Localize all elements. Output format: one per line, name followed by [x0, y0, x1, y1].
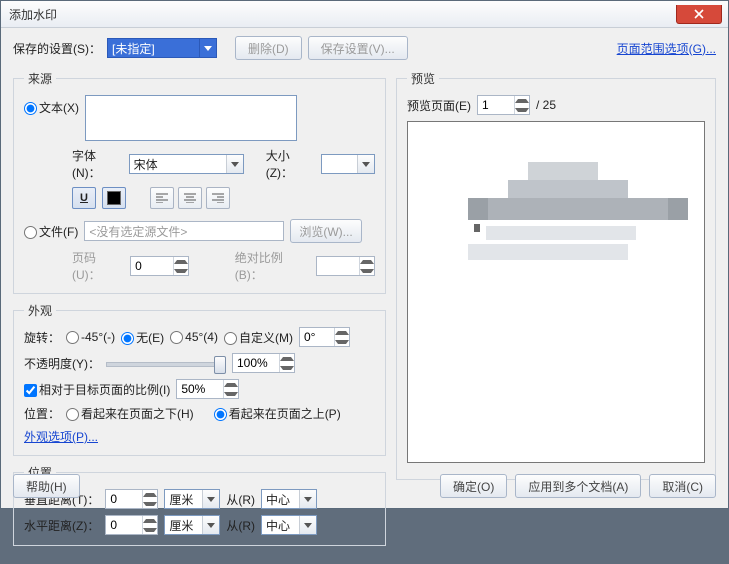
font-value: 宋体 — [130, 156, 162, 173]
below-page-radio[interactable]: 看起来在页面之下(H) — [66, 405, 194, 422]
footer: 帮助(H) 确定(O) 应用到多个文档(A) 取消(C) — [13, 474, 716, 498]
hdist-unit-dropdown[interactable]: 厘米 — [164, 515, 220, 535]
font-size-dropdown[interactable] — [321, 154, 375, 174]
ok-button[interactable]: 确定(O) — [440, 474, 507, 498]
hdist-from-dropdown[interactable]: 中心 — [261, 515, 317, 535]
hdist-label: 水平距离(Z)： — [24, 517, 99, 534]
font-label: 字体(N)： — [72, 147, 123, 181]
titlebar: 添加水印 — [1, 1, 728, 28]
chevron-down-icon — [199, 39, 216, 57]
absolute-scale-label: 绝对比例(B)： — [235, 249, 310, 283]
preview-canvas — [407, 121, 705, 463]
absolute-scale-spinner[interactable] — [316, 256, 375, 276]
browse-file-button[interactable]: 浏览(W)... — [290, 219, 361, 243]
window-title: 添加水印 — [9, 6, 676, 23]
cancel-button[interactable]: 取消(C) — [649, 474, 716, 498]
hdist-from-label: 从(R) — [226, 517, 255, 534]
appearance-legend: 外观 — [24, 302, 56, 319]
size-label: 大小(Z)： — [266, 147, 315, 181]
page-number-label: 页码(U)： — [72, 249, 124, 283]
delete-settings-button[interactable]: 删除(D) — [235, 36, 302, 60]
save-settings-button[interactable]: 保存设置(V)... — [308, 36, 408, 60]
above-page-radio[interactable]: 看起来在页面之上(P) — [214, 405, 341, 422]
align-left-button[interactable] — [150, 187, 174, 209]
align-left-icon — [156, 193, 168, 203]
preview-group: 预览 预览页面(E) / 25 — [396, 70, 716, 480]
close-button[interactable] — [676, 5, 722, 24]
font-dropdown[interactable]: 宋体 — [129, 154, 244, 174]
saved-settings-row: 保存的设置(S)： [未指定] 删除(D) 保存设置(V)... 页面范围选项(… — [13, 36, 716, 60]
preview-page-spinner[interactable] — [477, 95, 530, 115]
appearance-options-link[interactable]: 外观选项(P)... — [24, 428, 98, 445]
apply-multiple-button[interactable]: 应用到多个文档(A) — [515, 474, 641, 498]
chevron-down-icon — [202, 516, 219, 534]
rotate-label: 旋转： — [24, 329, 60, 346]
align-right-icon — [212, 193, 224, 203]
watermark-text-input[interactable] — [85, 95, 297, 141]
chevron-down-icon — [299, 516, 316, 534]
source-legend: 来源 — [24, 70, 56, 87]
opacity-label: 不透明度(Y)： — [24, 355, 100, 372]
chevron-down-icon — [357, 155, 374, 173]
saved-settings-value: [未指定] — [108, 40, 159, 57]
preview-page-total: / 25 — [536, 98, 556, 112]
source-file-radio[interactable]: 文件(F) — [24, 223, 78, 240]
position-label: 位置： — [24, 405, 60, 422]
opacity-slider[interactable] — [106, 354, 226, 372]
page-number-spinner[interactable] — [130, 256, 189, 276]
rotate-custom-spinner[interactable] — [299, 327, 350, 347]
close-icon — [694, 9, 704, 19]
opacity-spinner[interactable] — [232, 353, 295, 373]
page-range-options-link[interactable]: 页面范围选项(G)... — [617, 40, 716, 57]
rotate-minus45-radio[interactable]: -45°(-) — [66, 330, 115, 344]
align-center-icon — [184, 193, 196, 203]
appearance-group: 外观 旋转： -45°(-) 无(E) 45°(4) 自定义(M) 不透明度(Y… — [13, 302, 386, 456]
saved-settings-label: 保存的设置(S)： — [13, 40, 101, 57]
preview-legend: 预览 — [407, 70, 439, 87]
align-center-button[interactable] — [178, 187, 202, 209]
relative-scale-spinner[interactable] — [176, 379, 239, 399]
saved-settings-dropdown[interactable]: [未指定] — [107, 38, 217, 58]
rotate-none-radio[interactable]: 无(E) — [121, 329, 164, 346]
source-file-field[interactable] — [84, 221, 284, 241]
chevron-down-icon — [226, 155, 243, 173]
hdist-spinner[interactable] — [105, 515, 158, 535]
preview-page-label: 预览页面(E) — [407, 97, 471, 114]
rotate-custom-radio[interactable]: 自定义(M) — [224, 329, 293, 346]
relative-scale-checkbox[interactable]: 相对于目标页面的比例(I) — [24, 381, 170, 398]
underline-button[interactable]: U — [72, 187, 96, 209]
text-color-button[interactable] — [102, 187, 126, 209]
source-group: 来源 文本(X) 字体(N)： 宋体 大小(Z)： — [13, 70, 386, 294]
add-watermark-dialog: 添加水印 保存的设置(S)： [未指定] 删除(D) 保存设置(V)... 页面… — [0, 0, 729, 509]
color-swatch-icon — [107, 191, 121, 205]
align-buttons — [150, 187, 230, 209]
rotate-45-radio[interactable]: 45°(4) — [170, 330, 218, 344]
align-right-button[interactable] — [206, 187, 230, 209]
help-button[interactable]: 帮助(H) — [13, 474, 80, 498]
source-text-radio[interactable]: 文本(X) — [24, 99, 79, 116]
